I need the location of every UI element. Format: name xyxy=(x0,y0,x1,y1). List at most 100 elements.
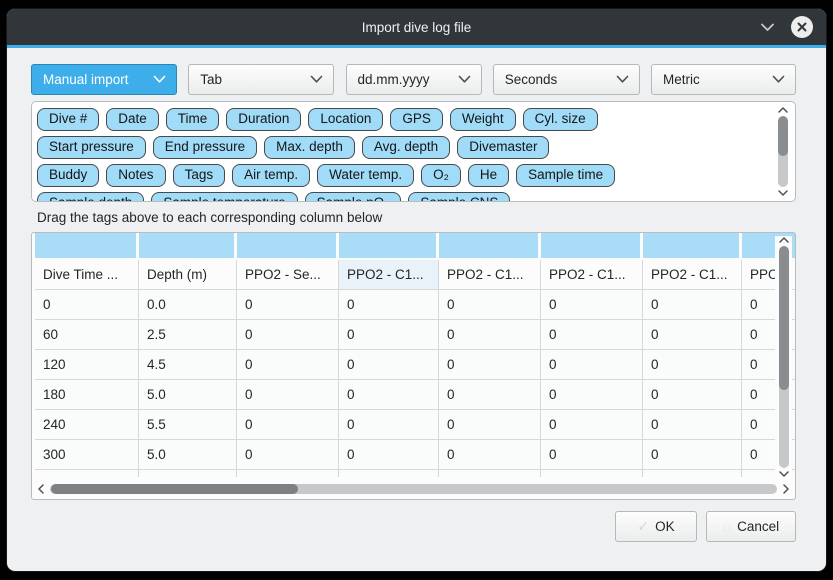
combo-value: Tab xyxy=(200,72,222,87)
tag-tags[interactable]: Tags xyxy=(173,164,226,187)
table-cell: 0 xyxy=(237,440,339,470)
tag-duration[interactable]: Duration xyxy=(226,108,301,131)
drop-target-cell[interactable] xyxy=(139,233,237,260)
tag-dive[interactable]: Dive # xyxy=(37,108,99,131)
tag-sample-temperature[interactable]: Sample temperature xyxy=(151,192,297,202)
table-cell: 0 xyxy=(439,410,541,440)
table-cell: 0 xyxy=(237,320,339,350)
table-cell: 0 xyxy=(541,350,643,380)
table-row: 00.0000000 xyxy=(32,290,795,320)
table-row: 1805.0000000 xyxy=(32,380,795,410)
tag-time[interactable]: Time xyxy=(166,108,220,131)
column-header-2[interactable]: PPO2 - Se... xyxy=(237,260,339,290)
tag-water-temp[interactable]: Water temp. xyxy=(317,164,414,187)
column-header-6[interactable]: PPO2 - C1... xyxy=(643,260,742,290)
tag-location[interactable]: Location xyxy=(308,108,383,131)
field-separator-select[interactable]: Tab xyxy=(188,64,334,95)
scrollbar-track[interactable] xyxy=(779,246,789,468)
drop-target-cell[interactable] xyxy=(541,233,643,260)
tag-air-temp[interactable]: Air temp. xyxy=(232,164,310,187)
table-vertical-scrollbar[interactable] xyxy=(775,236,792,478)
table-cell: 5.0 xyxy=(139,440,237,470)
tag-sample-cns[interactable]: Sample CNS xyxy=(408,192,510,202)
tag-area-scrollbar[interactable] xyxy=(774,106,791,197)
table-cell: 5.0 xyxy=(139,380,237,410)
column-header-3[interactable]: PPO2 - C1... xyxy=(339,260,439,290)
table-cell: 0 xyxy=(541,380,643,410)
table-cell: 0 xyxy=(541,410,643,440)
scrollbar-track[interactable] xyxy=(50,484,777,494)
table-cell: 0 xyxy=(643,350,742,380)
tag-weight[interactable]: Weight xyxy=(450,108,516,131)
table-cell: 240 xyxy=(35,410,139,440)
scrollbar-thumb[interactable] xyxy=(778,116,788,156)
tag-o[interactable]: O₂ xyxy=(421,164,461,187)
tag-he[interactable]: He xyxy=(468,164,509,187)
table-cell: 0 xyxy=(339,410,439,440)
tag-notes[interactable]: Notes xyxy=(106,164,165,187)
instruction-label: Drag the tags above to each correspondin… xyxy=(37,210,796,225)
titlebar[interactable]: Import dive log file xyxy=(7,9,826,45)
date-format-select[interactable]: dd.mm.yyyy xyxy=(346,64,482,95)
tag-gps[interactable]: GPS xyxy=(390,108,443,131)
ok-button[interactable]: ✓OK xyxy=(615,511,697,542)
tag-row: Start pressure End pressure Max. depth Avg.… xyxy=(37,136,765,159)
table-row: 602.5000000 xyxy=(32,320,795,350)
table-horizontal-scrollbar[interactable] xyxy=(37,482,790,495)
scrollbar-thumb[interactable] xyxy=(779,246,789,390)
scroll-down-icon xyxy=(777,189,789,197)
shade-button[interactable] xyxy=(758,18,776,36)
drop-target-row xyxy=(32,233,795,260)
drop-target-cell[interactable] xyxy=(35,233,139,260)
close-button[interactable] xyxy=(791,16,813,38)
column-header-5[interactable]: PPO2 - C1... xyxy=(541,260,643,290)
table-cell: 0 xyxy=(439,320,541,350)
table-cell: 0 xyxy=(237,350,339,380)
combo-value: Seconds xyxy=(505,72,558,87)
tag-row: Sample depth Sample temperature Sample pO₂… xyxy=(37,192,765,202)
duration-format-select[interactable]: Seconds xyxy=(493,64,640,95)
table-cell xyxy=(439,470,541,477)
window-title: Import dive log file xyxy=(7,9,826,45)
table-cell: 0 xyxy=(339,320,439,350)
tag-buddy[interactable]: Buddy xyxy=(37,164,99,187)
table-cell: 0 xyxy=(643,440,742,470)
tag-divemaster[interactable]: Divemaster xyxy=(457,136,549,159)
table-cell: 0 xyxy=(439,440,541,470)
chevron-down-icon xyxy=(310,75,323,84)
drop-target-cell[interactable] xyxy=(439,233,541,260)
import-type-select[interactable]: Manual import xyxy=(31,64,177,95)
table-cell: 0 xyxy=(237,290,339,320)
column-header-4[interactable]: PPO2 - C1... xyxy=(439,260,541,290)
tag-end-pressure[interactable]: End pressure xyxy=(153,136,257,159)
scrollbar-track[interactable] xyxy=(778,116,788,187)
column-header-0[interactable]: Dive Time ... xyxy=(35,260,139,290)
chevron-down-icon xyxy=(772,75,785,84)
tag-sample-po[interactable]: Sample pO₂ xyxy=(305,192,402,202)
tag-sample-depth[interactable]: Sample depth xyxy=(37,192,144,202)
import-dialog-window: Import dive log file Manual import Tab dd.… xyxy=(6,8,827,572)
scrollbar-thumb[interactable] xyxy=(51,484,298,494)
column-header-1[interactable]: Depth (m) xyxy=(139,260,237,290)
combo-value: dd.mm.yyyy xyxy=(358,72,430,87)
tag-date[interactable]: Date xyxy=(106,108,159,131)
tag-row: Buddy Notes Tags Air temp. Water temp. O₂ He Sa… xyxy=(37,164,765,187)
tag-sample-time[interactable]: Sample time xyxy=(516,164,615,187)
table-cell xyxy=(35,470,139,477)
table-cell: 0 xyxy=(339,380,439,410)
drop-target-cell[interactable] xyxy=(339,233,439,260)
drop-target-cell[interactable] xyxy=(237,233,339,260)
tag-max-depth[interactable]: Max. depth xyxy=(264,136,355,159)
table-cell: 5.5 xyxy=(139,410,237,440)
tag-cyl-size[interactable]: Cyl. size xyxy=(523,108,598,131)
units-select[interactable]: Metric xyxy=(651,64,796,95)
tag-row: Dive # Date Time Duration Location GPS Weight C… xyxy=(37,108,765,131)
table-row: 1204.5000000 xyxy=(32,350,795,380)
cancel-button[interactable]: ◌Cancel xyxy=(706,511,796,542)
drop-target-cell[interactable] xyxy=(643,233,742,260)
tag-start-pressure[interactable]: Start pressure xyxy=(37,136,146,159)
table-row-partial xyxy=(32,470,795,477)
tag-avg-depth[interactable]: Avg. depth xyxy=(362,136,450,159)
table-cell: 120 xyxy=(35,350,139,380)
table-cell xyxy=(643,470,742,477)
